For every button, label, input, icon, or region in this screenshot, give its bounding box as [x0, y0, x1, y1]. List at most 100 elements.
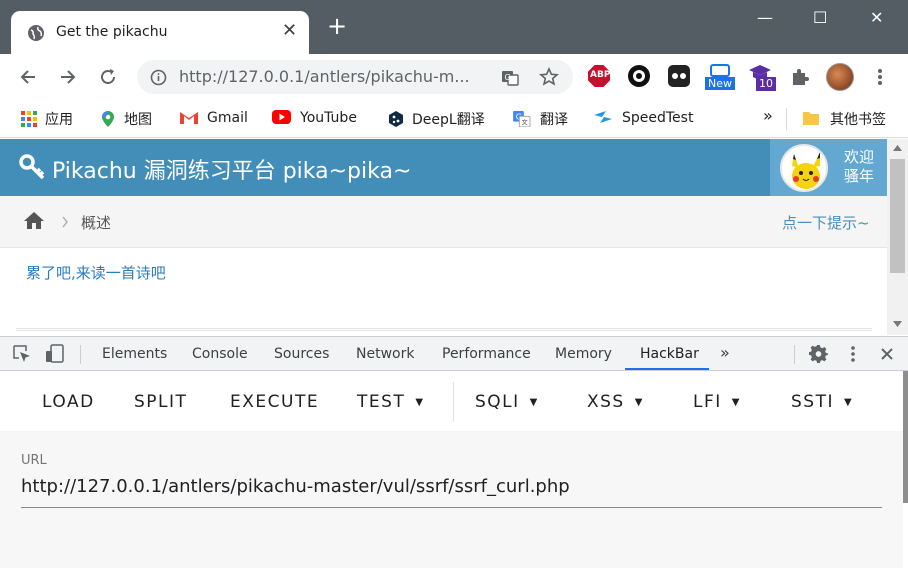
caret-down-icon: ▼	[415, 397, 425, 408]
browser-toolbar: http://127.0.0.1/antlers/pikachu-m... G …	[0, 54, 908, 100]
gmail-icon	[180, 112, 198, 124]
url-field[interactable]: http://127.0.0.1/antlers/pikachu-master/…	[21, 474, 882, 508]
folder-icon	[803, 112, 819, 125]
site-title[interactable]: Pikachu 漏洞练习平台 pika~pika~	[52, 153, 411, 185]
bookmark-label: DeepL翻译	[412, 112, 485, 128]
poem-link[interactable]: 累了吧,来读一首诗吧	[26, 262, 166, 283]
sqli-dropdown[interactable]: SQLI ▼	[475, 392, 539, 412]
bookmark-youtube[interactable]: YouTube	[272, 109, 357, 129]
bookmark-star-icon[interactable]	[539, 67, 559, 87]
tab-close-icon[interactable]: ✕	[282, 20, 297, 41]
extension-graduation-icon[interactable]: 10	[748, 64, 776, 92]
tab-console[interactable]: Console	[192, 346, 248, 362]
ssti-dropdown[interactable]: SSTI ▼	[791, 392, 853, 412]
toolbar-divider	[453, 382, 454, 422]
bookmark-label: Gmail	[207, 110, 248, 126]
url-text[interactable]: http://127.0.0.1/antlers/pikachu-m...	[179, 67, 470, 86]
page-scrollbar[interactable]	[887, 139, 908, 335]
bookmark-label: 翻译	[540, 112, 568, 128]
url-field-label: URL	[21, 453, 47, 468]
scroll-up-icon[interactable]	[893, 145, 902, 151]
bookmark-translate[interactable]: G 文 翻译	[512, 109, 568, 129]
minimize-button[interactable]: —	[757, 8, 773, 27]
profile-avatar[interactable]	[826, 63, 854, 91]
back-arrow-icon[interactable]	[18, 67, 38, 87]
bookmarks-more-button[interactable]: »	[763, 106, 773, 126]
close-window-button[interactable]: ✕	[870, 8, 883, 27]
split-button[interactable]: SPLIT	[134, 392, 187, 412]
info-icon[interactable]	[150, 69, 167, 86]
address-bar[interactable]: http://127.0.0.1/antlers/pikachu-m... G	[137, 60, 573, 94]
tab-performance[interactable]: Performance	[442, 346, 531, 362]
extension-mask-icon[interactable]	[668, 65, 690, 87]
globe-icon	[28, 25, 44, 41]
active-tab-indicator	[625, 368, 709, 370]
forward-arrow-icon[interactable]	[58, 67, 78, 87]
device-toggle-icon[interactable]	[45, 344, 65, 364]
caret-down-icon: ▼	[843, 397, 854, 408]
home-icon[interactable]	[23, 211, 45, 230]
bookmark-speedtest[interactable]: SpeedTest	[592, 109, 693, 129]
translate-page-icon[interactable]: G	[500, 68, 520, 88]
hackbar-body: URL http://127.0.0.1/antlers/pikachu-mas…	[0, 431, 903, 568]
breadcrumb-current: 概述	[81, 214, 112, 232]
bookmark-label: SpeedTest	[622, 110, 694, 126]
tab-memory[interactable]: Memory	[555, 346, 612, 362]
site-header: Pikachu 漏洞练习平台 pika~pika~ 欢迎 骚年	[0, 139, 887, 196]
scroll-down-icon[interactable]	[893, 321, 902, 327]
caret-down-icon: ▼	[731, 397, 741, 408]
content-divider	[16, 328, 872, 331]
translate-icon: G 文	[513, 111, 531, 127]
caret-down-icon: ▼	[529, 397, 539, 408]
maps-pin-icon	[102, 111, 114, 127]
devtools-divider	[794, 345, 795, 364]
svg-text:G: G	[505, 73, 511, 82]
puzzle-extensions-icon[interactable]	[790, 67, 810, 87]
bookmark-deepl[interactable]: DeepL翻译	[388, 109, 485, 129]
bookmark-label: 应用	[45, 112, 73, 128]
youtube-icon	[272, 110, 291, 124]
devtools-divider	[80, 345, 81, 364]
scroll-thumb[interactable]	[890, 159, 905, 273]
bookmark-label: 地图	[124, 112, 152, 128]
bookmarks-divider	[786, 108, 787, 130]
browser-tab[interactable]: Get the pikachu ✕	[11, 11, 309, 54]
maximize-button[interactable]: ☐	[813, 8, 827, 27]
devtools-menu-icon[interactable]	[846, 345, 860, 363]
extension-ring-icon[interactable]	[628, 65, 650, 87]
tab-hackbar[interactable]: HackBar	[640, 346, 699, 362]
hint-link[interactable]: 点一下提示~	[782, 212, 870, 233]
more-tabs-button[interactable]: »	[720, 343, 730, 362]
welcome-text: 欢迎 骚年	[844, 148, 875, 185]
new-tab-button[interactable]: +	[327, 14, 347, 38]
devtools-scrollbar[interactable]	[903, 371, 908, 503]
kebab-menu-icon[interactable]	[872, 67, 888, 87]
bookmark-label: 其他书签	[830, 112, 886, 128]
adblock-plus-icon[interactable]: ABP	[588, 65, 610, 87]
extension-new-icon[interactable]: New	[705, 64, 735, 92]
load-button[interactable]: LOAD	[42, 392, 95, 412]
inspect-element-icon[interactable]	[13, 345, 31, 363]
test-dropdown[interactable]: TEST ▼	[357, 392, 425, 412]
execute-button[interactable]: EXECUTE	[230, 392, 319, 412]
reload-icon[interactable]	[98, 67, 118, 87]
lfi-dropdown[interactable]: LFI ▼	[693, 392, 741, 412]
bookmark-label: YouTube	[300, 110, 357, 126]
tab-elements[interactable]: Elements	[102, 346, 167, 362]
bookmark-maps[interactable]: 地图	[100, 109, 152, 129]
breadcrumb: 概述 点一下提示~	[0, 196, 887, 248]
tab-network[interactable]: Network	[356, 346, 414, 362]
tab-sources[interactable]: Sources	[274, 346, 329, 362]
user-menu[interactable]: 欢迎 骚年	[770, 139, 887, 196]
caret-down-icon: ▼	[634, 397, 644, 408]
xss-dropdown[interactable]: XSS ▼	[587, 392, 644, 412]
bookmark-apps[interactable]: 应用	[21, 109, 73, 129]
apps-grid-icon	[21, 111, 37, 127]
bookmark-other-folder[interactable]: 其他书签	[802, 109, 886, 129]
bookmark-gmail[interactable]: Gmail	[179, 109, 248, 129]
close-devtools-icon[interactable]	[880, 347, 894, 361]
svg-text:文: 文	[522, 118, 529, 126]
settings-gear-icon[interactable]	[809, 344, 828, 363]
speedtest-icon	[594, 111, 612, 123]
browser-titlebar: Get the pikachu ✕ + — ☐ ✕	[0, 0, 908, 54]
